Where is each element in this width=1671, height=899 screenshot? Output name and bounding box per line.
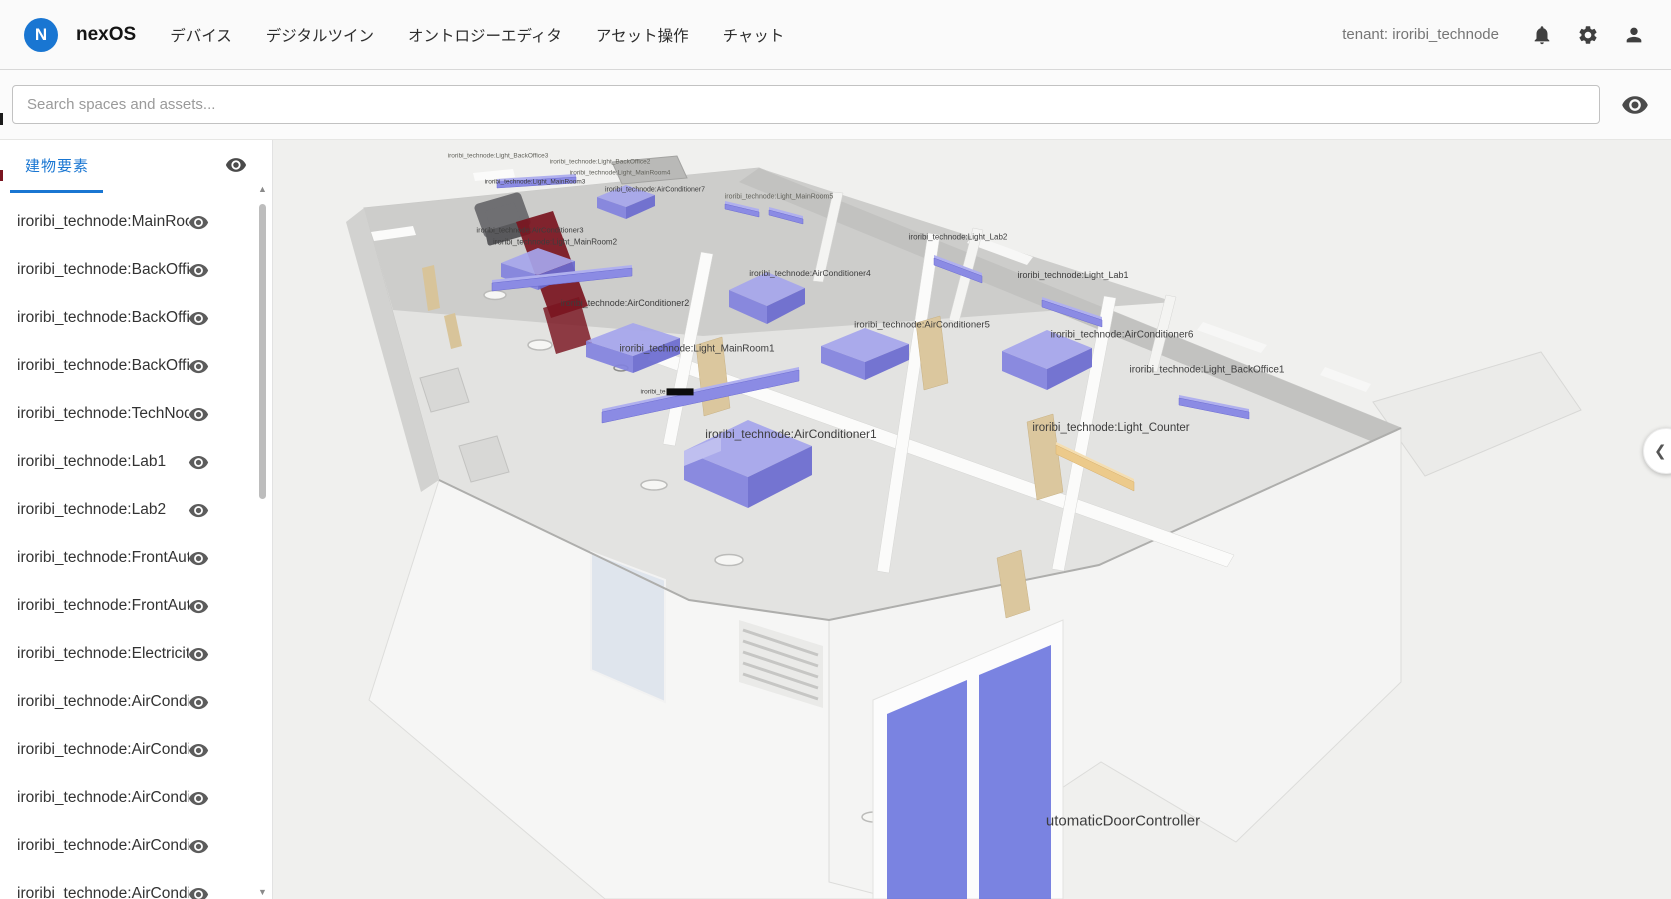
eye-icon[interactable] [188, 356, 209, 377]
sidebar-item-label: iroribi_technode:AirCondi [17, 789, 189, 806]
sidebar-item-label: iroribi_technode:TechNod [17, 405, 189, 422]
sidebar-item[interactable]: iroribi_technode:Electricit [0, 630, 272, 678]
sidebar-item-label: iroribi_technode:BackOffi [17, 357, 189, 374]
building-3d-model [346, 155, 1582, 899]
scrollbar-thumb[interactable] [259, 204, 266, 499]
sidebar-item[interactable]: iroribi_technode:AirCondi [0, 870, 272, 899]
notifications-bell-icon[interactable] [1531, 24, 1553, 46]
nav-item[interactable]: オントロジーエディタ [408, 24, 562, 46]
sidebar-item-label: iroribi_technode:AirCondi [17, 837, 189, 854]
toggle-all-visibility-eye-icon[interactable] [225, 154, 247, 176]
sidebar-item-label: iroribi_technode:Lab2 [17, 501, 167, 518]
sidebar-item[interactable]: iroribi_technode:AirCondi [0, 774, 272, 822]
sidebar-item-label: iroribi_technode:Electricit [17, 645, 189, 662]
sidebar-item[interactable]: iroribi_technode:AirCondi [0, 726, 272, 774]
viewport-3d[interactable]: iroribi_technode:Light_BackOffice3 irorib… [273, 140, 1671, 899]
sidebar-item-label: iroribi_technode:BackOffi [17, 261, 189, 278]
eye-icon[interactable] [188, 308, 209, 329]
sidebar-item-label: iroribi_technode:Lab1 [17, 453, 167, 470]
sidebar-item-label: iroribi_technode:AirCondi [17, 693, 189, 710]
eye-icon[interactable] [188, 692, 209, 713]
sidebar-item-label: iroribi_technode:BackOffi [17, 309, 189, 326]
building-elements-list: iroribi_technode:MainRoo iroribi_technod… [0, 198, 272, 899]
sidebar-item[interactable]: iroribi_technode:AirCondi [0, 822, 272, 870]
navbar: N nexOS デバイス デジタルツイン オントロジーエディタ アセット操作 チャット … [0, 0, 1671, 70]
search-input[interactable] [12, 85, 1600, 124]
sidebar-item-label: iroribi_technode:AirCondi [17, 741, 189, 758]
eye-icon[interactable] [188, 548, 209, 569]
eye-icon[interactable] [188, 644, 209, 665]
sidebar-item[interactable]: iroribi_technode:Lab1 [0, 438, 272, 486]
sidebar-item[interactable]: iroribi_technode:FrontAut [0, 534, 272, 582]
sidebar-item-label: iroribi_technode:AirCondi [17, 885, 189, 899]
eye-icon[interactable] [188, 596, 209, 617]
main-nav: デバイス デジタルツイン オントロジーエディタ アセット操作 チャット [170, 24, 784, 46]
nav-item[interactable]: アセット操作 [596, 24, 689, 46]
eye-icon[interactable] [188, 788, 209, 809]
nav-item[interactable]: チャット [723, 24, 785, 46]
sidebar-item[interactable]: iroribi_technode:Lab2 [0, 486, 272, 534]
eye-icon[interactable] [188, 500, 209, 521]
eye-icon[interactable] [188, 884, 209, 899]
sidebar-item[interactable]: iroribi_technode:BackOffi [0, 342, 272, 390]
scroll-down-arrow-icon[interactable]: ▼ [258, 887, 267, 897]
nav-item[interactable]: デジタルツイン [266, 24, 374, 46]
sidebar-item-label: iroribi_technode:MainRoo [17, 213, 189, 230]
brand-title: nexOS [76, 23, 137, 45]
tenant-label: tenant: iroribi_technode [1342, 26, 1499, 43]
eye-icon[interactable] [188, 452, 209, 473]
dark-unit-airconditioner3[interactable] [474, 192, 531, 246]
tab-building-elements[interactable]: 建物要素 [10, 150, 104, 193]
eye-icon[interactable] [188, 404, 209, 425]
edge-artifact [0, 170, 3, 181]
sidebar-scrollbar[interactable]: ▲ ▼ [258, 184, 267, 897]
edge-artifact [0, 113, 3, 125]
search-bar-row [0, 70, 1671, 140]
sidebar-item[interactable]: iroribi_technode:FrontAut [0, 582, 272, 630]
user-account-icon[interactable] [1623, 24, 1645, 46]
eye-icon[interactable] [188, 836, 209, 857]
sidebar-item[interactable]: iroribi_technode:MainRoo [0, 198, 272, 246]
sidebar-item[interactable]: iroribi_technode:AirCondi [0, 678, 272, 726]
sidebar-item[interactable]: iroribi_technode:BackOffi [0, 246, 272, 294]
eye-icon[interactable] [188, 260, 209, 281]
settings-gear-icon[interactable] [1577, 24, 1599, 46]
eye-icon[interactable] [188, 740, 209, 761]
global-visibility-eye-icon[interactable] [1621, 91, 1649, 119]
sidebar-item[interactable]: iroribi_technode:TechNod [0, 390, 272, 438]
sidebar-building-elements: 建物要素 iroribi_technode:MainRoo iroribi_te… [0, 140, 273, 899]
nav-item[interactable]: デバイス [170, 24, 232, 46]
sidebar-item-label: iroribi_technode:FrontAut [17, 549, 189, 566]
sidebar-item[interactable]: iroribi_technode:BackOffi [0, 294, 272, 342]
scroll-up-arrow-icon[interactable]: ▲ [258, 184, 267, 194]
sidebar-item-label: iroribi_technode:FrontAut [17, 597, 189, 614]
app-window: N nexOS デバイス デジタルツイン オントロジーエディタ アセット操作 チャット … [0, 0, 1671, 899]
eye-icon[interactable] [188, 212, 209, 233]
nexos-logo-icon[interactable]: N [24, 17, 58, 52]
